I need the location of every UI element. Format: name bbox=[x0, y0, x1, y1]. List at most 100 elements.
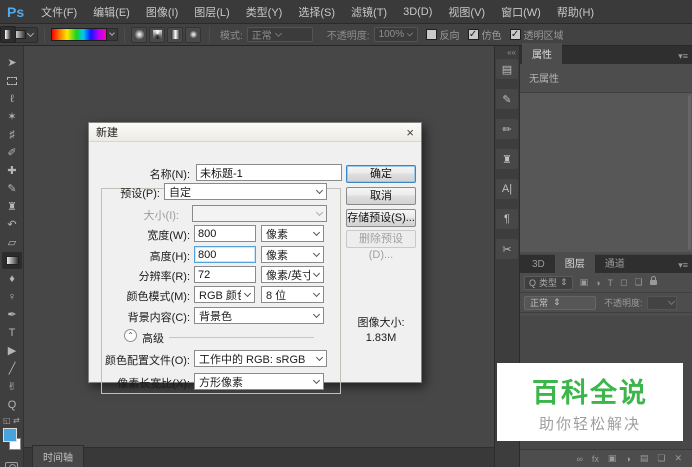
dialog-titlebar[interactable]: 新建 × bbox=[89, 123, 421, 142]
radial-gradient-button[interactable] bbox=[131, 26, 147, 43]
menu-edit[interactable]: 编辑(E) bbox=[85, 4, 138, 20]
tab-channels[interactable]: 通道 bbox=[595, 252, 635, 273]
panel-menu-icon[interactable]: ▾≡ bbox=[678, 51, 688, 62]
transparency-checkbox[interactable]: ✓ bbox=[509, 29, 521, 40]
width-label: 宽度(W): bbox=[147, 230, 190, 242]
blend-mode-select[interactable]: 正常 ⇕ bbox=[524, 295, 596, 310]
blur-tool[interactable]: ♦ bbox=[2, 270, 22, 287]
advanced-toggle-icon[interactable]: ⌃ bbox=[124, 329, 137, 342]
healing-brush-tool[interactable]: ✚ bbox=[2, 162, 22, 179]
new-group-icon[interactable]: ▤ bbox=[640, 453, 649, 464]
lasso-tool[interactable]: ℓ bbox=[2, 90, 22, 107]
filter-shape-layers-icon[interactable]: ◻ bbox=[620, 277, 627, 288]
menu-layer[interactable]: 图层(L) bbox=[186, 4, 237, 20]
close-icon[interactable]: × bbox=[406, 126, 414, 139]
resolution-unit-select[interactable]: 像素/英寸 bbox=[261, 266, 324, 283]
width-input[interactable] bbox=[194, 225, 256, 242]
tab-layers[interactable]: 图层 bbox=[554, 252, 595, 273]
menu-type[interactable]: 类型(Y) bbox=[238, 4, 291, 20]
brush-presets-panel-icon[interactable]: ▤ bbox=[496, 59, 518, 79]
quick-mask-button[interactable] bbox=[5, 462, 18, 467]
brush-settings-panel-icon[interactable]: ✏ bbox=[496, 119, 518, 139]
menu-help[interactable]: 帮助(H) bbox=[549, 4, 602, 20]
tab-timeline[interactable]: 时间轴 bbox=[32, 445, 84, 467]
tab-3d[interactable]: 3D bbox=[522, 256, 555, 273]
gradient-dropdown-button[interactable] bbox=[107, 28, 118, 41]
delete-layer-icon[interactable]: ✕ bbox=[674, 453, 682, 464]
adjustment-layer-icon[interactable]: ◑ bbox=[625, 454, 630, 464]
filter-lock-icon[interactable] bbox=[649, 276, 657, 285]
dither-checkbox[interactable]: ✓ bbox=[467, 29, 479, 40]
menu-file[interactable]: 文件(F) bbox=[33, 4, 85, 20]
angle-gradient-button[interactable] bbox=[149, 26, 165, 43]
preset-select[interactable]: 自定 bbox=[164, 183, 327, 200]
eyedropper-tool[interactable]: ✐ bbox=[2, 144, 22, 161]
hand-tool[interactable]: ✌ bbox=[2, 378, 22, 395]
linear-gradient-button[interactable] bbox=[0, 26, 16, 43]
zoom-tool[interactable]: Q bbox=[2, 396, 22, 413]
color-profile-select[interactable]: 工作中的 RGB: sRGB IEC6196... bbox=[194, 350, 327, 367]
diamond-gradient-button[interactable] bbox=[185, 26, 201, 43]
menu-view[interactable]: 视图(V) bbox=[440, 4, 493, 20]
history-brush-tool[interactable]: ↶ bbox=[2, 216, 22, 233]
bit-depth-select[interactable]: 8 位 bbox=[261, 286, 324, 303]
clone-stamp-tool[interactable]: ♜ bbox=[2, 198, 22, 215]
color-mode-select[interactable]: RGB 颜色 bbox=[194, 286, 255, 303]
filter-adjustment-layers-icon[interactable]: ◑ bbox=[595, 278, 600, 288]
panel-menu-icon[interactable]: ▾≡ bbox=[678, 260, 688, 271]
paragraph-panel-icon[interactable]: ¶ bbox=[496, 209, 518, 229]
height-input[interactable] bbox=[194, 246, 256, 263]
height-unit-select[interactable]: 像素 bbox=[261, 246, 324, 263]
background-select[interactable]: 背景色 bbox=[194, 307, 324, 324]
mode-select[interactable]: 正常 bbox=[246, 27, 313, 42]
clone-source-panel-icon[interactable]: ♜ bbox=[496, 149, 518, 169]
scrollbar[interactable] bbox=[688, 95, 691, 250]
new-layer-icon[interactable]: ❏ bbox=[657, 453, 665, 464]
gradient-picker[interactable] bbox=[51, 28, 118, 41]
foreground-color-swatch[interactable] bbox=[3, 428, 17, 442]
marquee-tool[interactable] bbox=[2, 72, 22, 89]
reverse-checkbox[interactable] bbox=[425, 29, 437, 40]
path-selection-tool[interactable]: ▶ bbox=[2, 342, 22, 359]
filter-smart-objects-icon[interactable]: ❏ bbox=[635, 277, 643, 288]
opacity-select[interactable]: 100% bbox=[373, 27, 418, 42]
expand-dock-icon[interactable]: «« bbox=[495, 46, 519, 59]
width-unit-select[interactable]: 像素 bbox=[261, 225, 324, 242]
properties-panel: 属性 ▾≡ 无属性 bbox=[520, 43, 692, 254]
brush-tool[interactable]: ✎ bbox=[2, 180, 22, 197]
tool-presets-panel-icon[interactable]: ✂ bbox=[496, 239, 518, 259]
tab-properties[interactable]: 属性 bbox=[522, 43, 562, 64]
filter-kind-select[interactable]: Q 类型 ⇕ bbox=[524, 275, 573, 290]
reflected-gradient-button[interactable] bbox=[167, 26, 183, 43]
menu-window[interactable]: 窗口(W) bbox=[493, 4, 549, 20]
ok-button[interactable]: 确定 bbox=[346, 165, 416, 183]
layer-style-icon[interactable]: fx bbox=[592, 454, 599, 464]
move-tool[interactable]: ➤ bbox=[2, 54, 22, 71]
brush-panel-icon[interactable]: ✎ bbox=[496, 89, 518, 109]
line-tool[interactable]: ╱ bbox=[2, 360, 22, 377]
menu-image[interactable]: 图像(I) bbox=[138, 4, 186, 20]
layer-mask-icon[interactable]: ▣ bbox=[608, 453, 617, 464]
type-tool[interactable]: T bbox=[2, 324, 22, 341]
pixel-aspect-select[interactable]: 方形像素 bbox=[194, 373, 324, 390]
filter-pixel-layers-icon[interactable]: ▣ bbox=[580, 277, 589, 288]
crop-tool[interactable]: ♯ bbox=[2, 126, 22, 143]
swap-colors-icon[interactable]: ⇄ bbox=[13, 416, 20, 425]
character-panel-icon[interactable]: A| bbox=[496, 179, 518, 199]
menu-filter[interactable]: 滤镜(T) bbox=[343, 4, 395, 20]
link-layers-icon[interactable]: ∞ bbox=[576, 454, 582, 464]
menu-3d[interactable]: 3D(D) bbox=[395, 6, 440, 18]
magic-wand-tool[interactable]: ✶ bbox=[2, 108, 22, 125]
cancel-button[interactable]: 取消 bbox=[346, 187, 416, 205]
filter-type-layers-icon[interactable]: T bbox=[608, 278, 614, 288]
gradient-tool[interactable] bbox=[2, 252, 22, 269]
name-input[interactable] bbox=[196, 164, 342, 181]
gradient-preview[interactable] bbox=[51, 28, 107, 41]
save-preset-button[interactable]: 存储预设(S)... bbox=[346, 209, 416, 227]
eraser-tool[interactable]: ▱ bbox=[2, 234, 22, 251]
dodge-tool[interactable]: ♀ bbox=[2, 288, 22, 305]
default-colors-icon[interactable]: ◱ bbox=[3, 416, 11, 425]
resolution-input[interactable] bbox=[194, 266, 256, 283]
menu-select[interactable]: 选择(S) bbox=[290, 4, 343, 20]
pen-tool[interactable]: ✒ bbox=[2, 306, 22, 323]
